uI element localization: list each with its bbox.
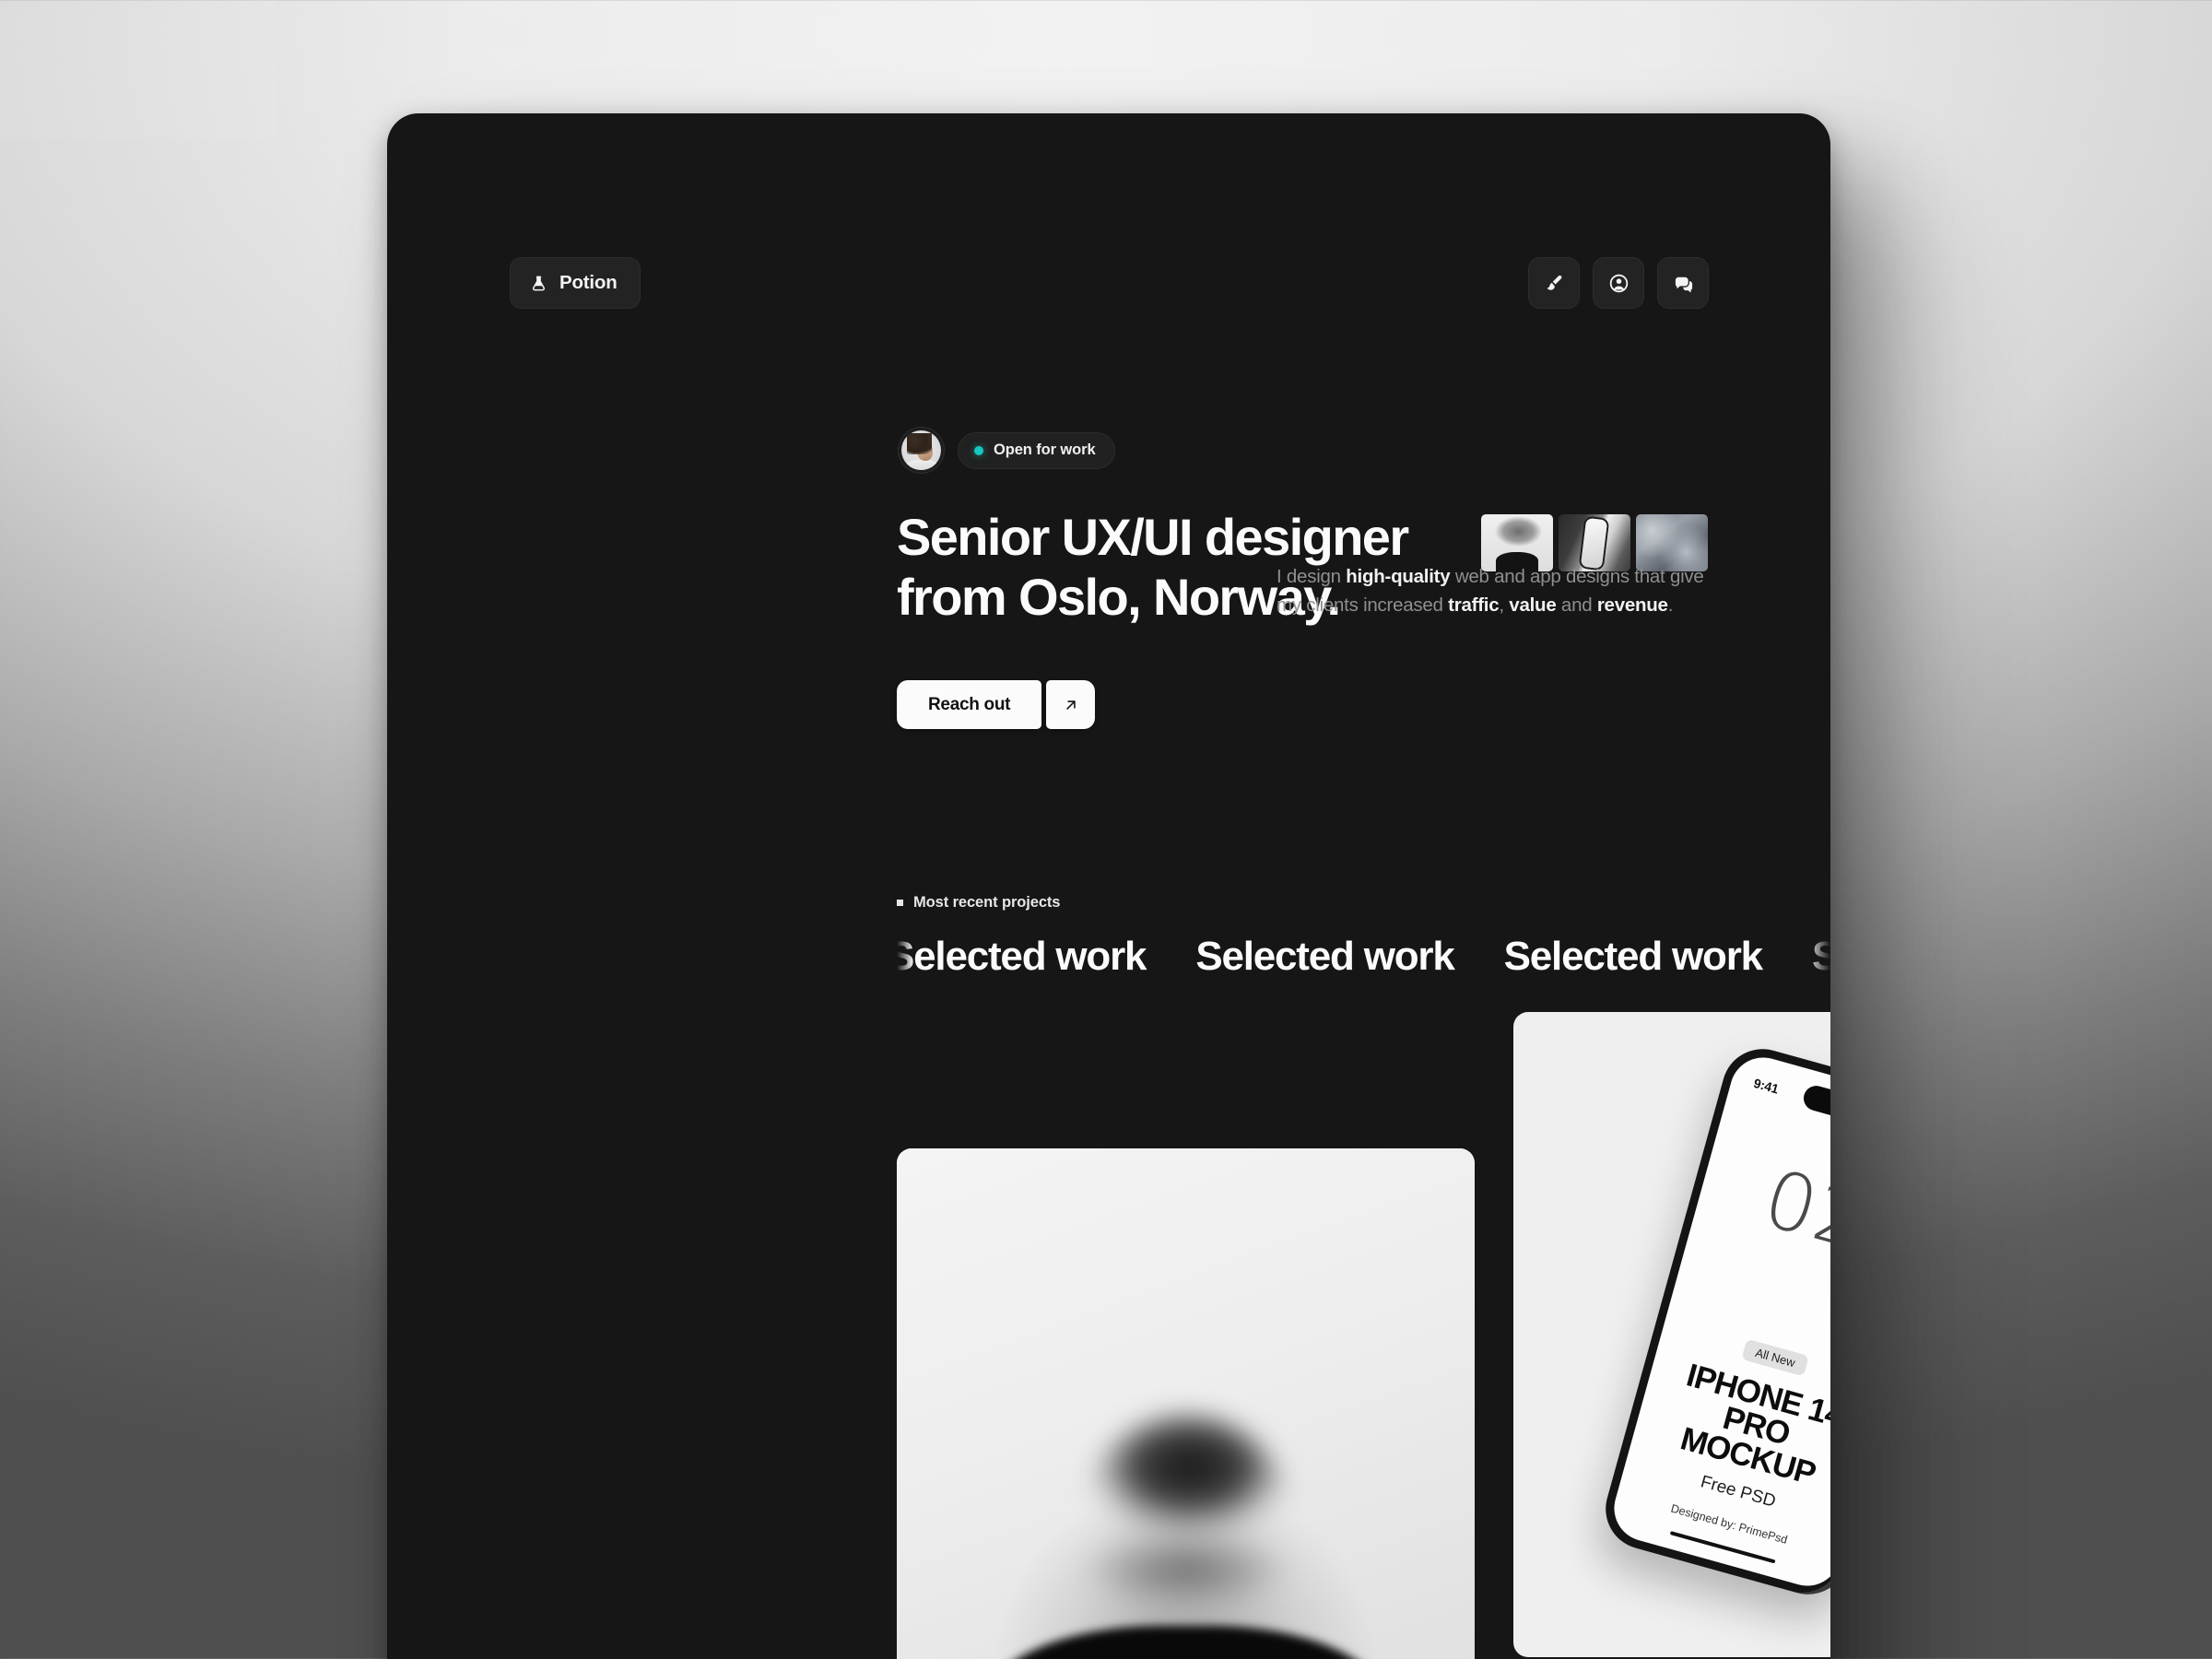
status-badge-label: Open for work	[994, 441, 1096, 458]
account-button[interactable]	[1593, 257, 1644, 309]
phone-badge: All New	[1741, 1338, 1810, 1377]
paintbrush-button[interactable]	[1528, 257, 1580, 309]
blurb-highlight-4: revenue	[1596, 594, 1668, 617]
phone-headline: IPHONE 14 PRO MOCKUP	[1677, 1357, 1830, 1492]
portfolio-app-card: Potion Open for work Senior UX/UI design…	[387, 113, 1830, 1659]
blurb-part-5: .	[1667, 594, 1674, 617]
marquee-item: Selected work	[1811, 934, 1830, 979]
brand-logo-button[interactable]: Potion	[510, 257, 641, 309]
marquee-item: Selected work	[1503, 934, 1764, 979]
headline-line-2: from Oslo, Norway.	[897, 567, 1341, 626]
blurb-highlight-2: traffic	[1448, 594, 1500, 617]
avatar[interactable]	[899, 428, 944, 473]
brand-name: Potion	[559, 272, 618, 293]
blurb-part-3: ,	[1499, 594, 1510, 617]
arrow-up-right-icon[interactable]	[1046, 680, 1096, 729]
section-label-text: Most recent projects	[913, 894, 1061, 911]
status-badge[interactable]: Open for work	[958, 431, 1115, 469]
reach-out-label[interactable]: Reach out	[897, 680, 1042, 729]
blurb-highlight-1: high-quality	[1346, 566, 1451, 587]
section-label: Most recent projects	[897, 894, 1060, 912]
project-card-portrait[interactable]	[897, 1148, 1475, 1659]
blurb-part-4: and	[1556, 594, 1597, 617]
iphone-mockup: 9:41 02 All New IPHONE 14 PRO MOCKUP Fre…	[1596, 1040, 1830, 1604]
top-action-group	[1528, 257, 1709, 309]
blurb-highlight-3: value	[1509, 594, 1557, 617]
reach-out-button[interactable]: Reach out	[897, 680, 1096, 729]
marquee-item: Selected work	[1195, 934, 1455, 979]
paintbrush-icon	[1544, 273, 1565, 294]
project-card-arcane[interactable]: 9:41 02 All New IPHONE 14 PRO MOCKUP Fre…	[1513, 1012, 1830, 1657]
marquee-item: Selected work	[897, 934, 1147, 979]
availability-row: Open for work	[899, 428, 1115, 473]
messages-button[interactable]	[1657, 257, 1709, 309]
chat-bubbles-icon	[1673, 273, 1694, 294]
phone-slide-number: 02	[1754, 1152, 1830, 1269]
status-dot-icon	[974, 445, 983, 455]
marquee-track: Selected work Selected work Selected wor…	[897, 926, 1830, 987]
selected-work-marquee: Selected work Selected work Selected wor…	[897, 926, 1830, 987]
user-circle-icon	[1608, 273, 1630, 294]
intro-paragraph: I design high-quality web and app design…	[1277, 562, 1708, 619]
phone-status-time: 9:41	[1751, 1075, 1781, 1097]
blurb-part-1: I design	[1277, 566, 1347, 587]
square-bullet-icon	[897, 900, 903, 906]
headline-line-1: Senior UX/UI designer	[897, 508, 1409, 566]
top-bar: Potion	[387, 113, 1830, 309]
dynamic-island-icon	[1800, 1083, 1830, 1130]
flask-icon	[530, 275, 547, 292]
background-noise-texture	[0, 0, 276, 138]
